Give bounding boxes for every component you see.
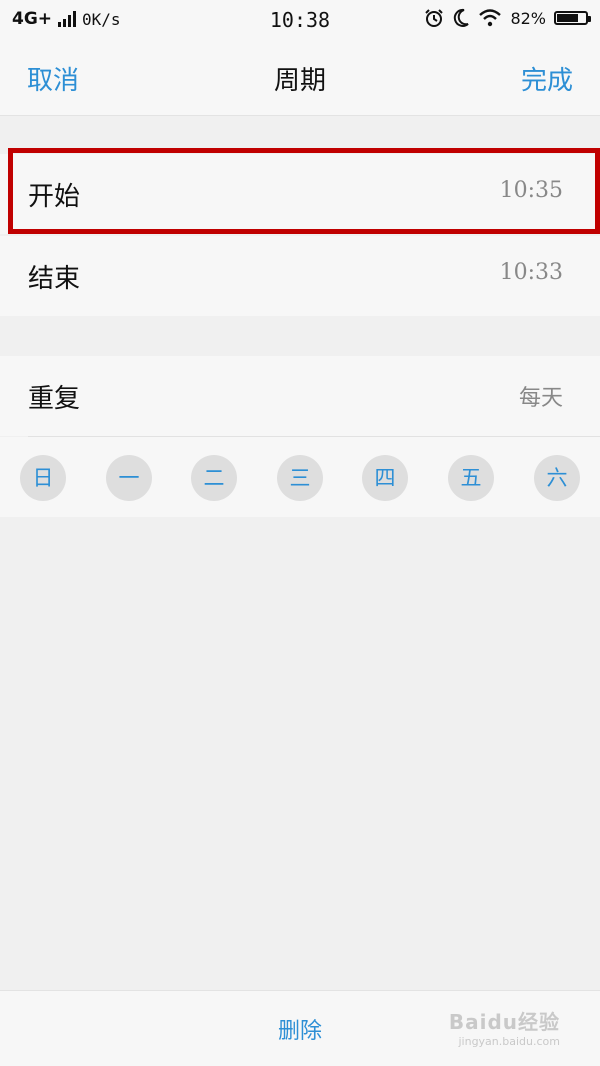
- end-time-row[interactable]: 结束 10:33: [0, 236, 600, 316]
- wifi-icon: [479, 9, 502, 27]
- weekday-mon[interactable]: 一: [106, 455, 152, 501]
- repeat-row[interactable]: 重复 每天: [0, 356, 600, 436]
- weekday-sat[interactable]: 六: [534, 455, 580, 501]
- page-title: 周期: [273, 66, 326, 96]
- nav-bar: 取消 周期 完成: [0, 40, 600, 116]
- watermark-logo: Baidu经验: [448, 1010, 560, 1034]
- weekday-wed[interactable]: 三: [277, 455, 323, 501]
- alarm-icon: [425, 9, 444, 27]
- moon-icon: [454, 8, 470, 27]
- start-time-row[interactable]: 开始 10:35: [0, 154, 600, 234]
- done-button[interactable]: 完成: [521, 60, 573, 97]
- status-bar: 4G+ 0K/s 10:38 82%: [0, 0, 600, 40]
- repeat-value: 每天: [518, 386, 563, 411]
- weekday-selector: 日 一 二 三 四 五 六: [0, 437, 600, 517]
- watermark-url: jingyan.baidu.com: [458, 1035, 560, 1048]
- end-label: 结束: [28, 264, 81, 294]
- battery-icon: [554, 11, 591, 25]
- weekday-tue[interactable]: 二: [191, 455, 237, 501]
- battery-percent: 82%: [510, 8, 546, 28]
- repeat-label: 重复: [28, 384, 81, 414]
- start-label: 开始: [28, 182, 81, 212]
- start-time-value: 10:35: [499, 178, 563, 203]
- weekday-thu[interactable]: 四: [362, 455, 408, 501]
- watermark: Baidu经验 jingyan.baidu.com: [449, 1006, 560, 1048]
- end-time-value: 10:33: [499, 260, 563, 285]
- weekday-sun[interactable]: 日: [20, 455, 66, 501]
- status-right: 82%: [424, 8, 591, 28]
- weekday-fri[interactable]: 五: [448, 455, 494, 501]
